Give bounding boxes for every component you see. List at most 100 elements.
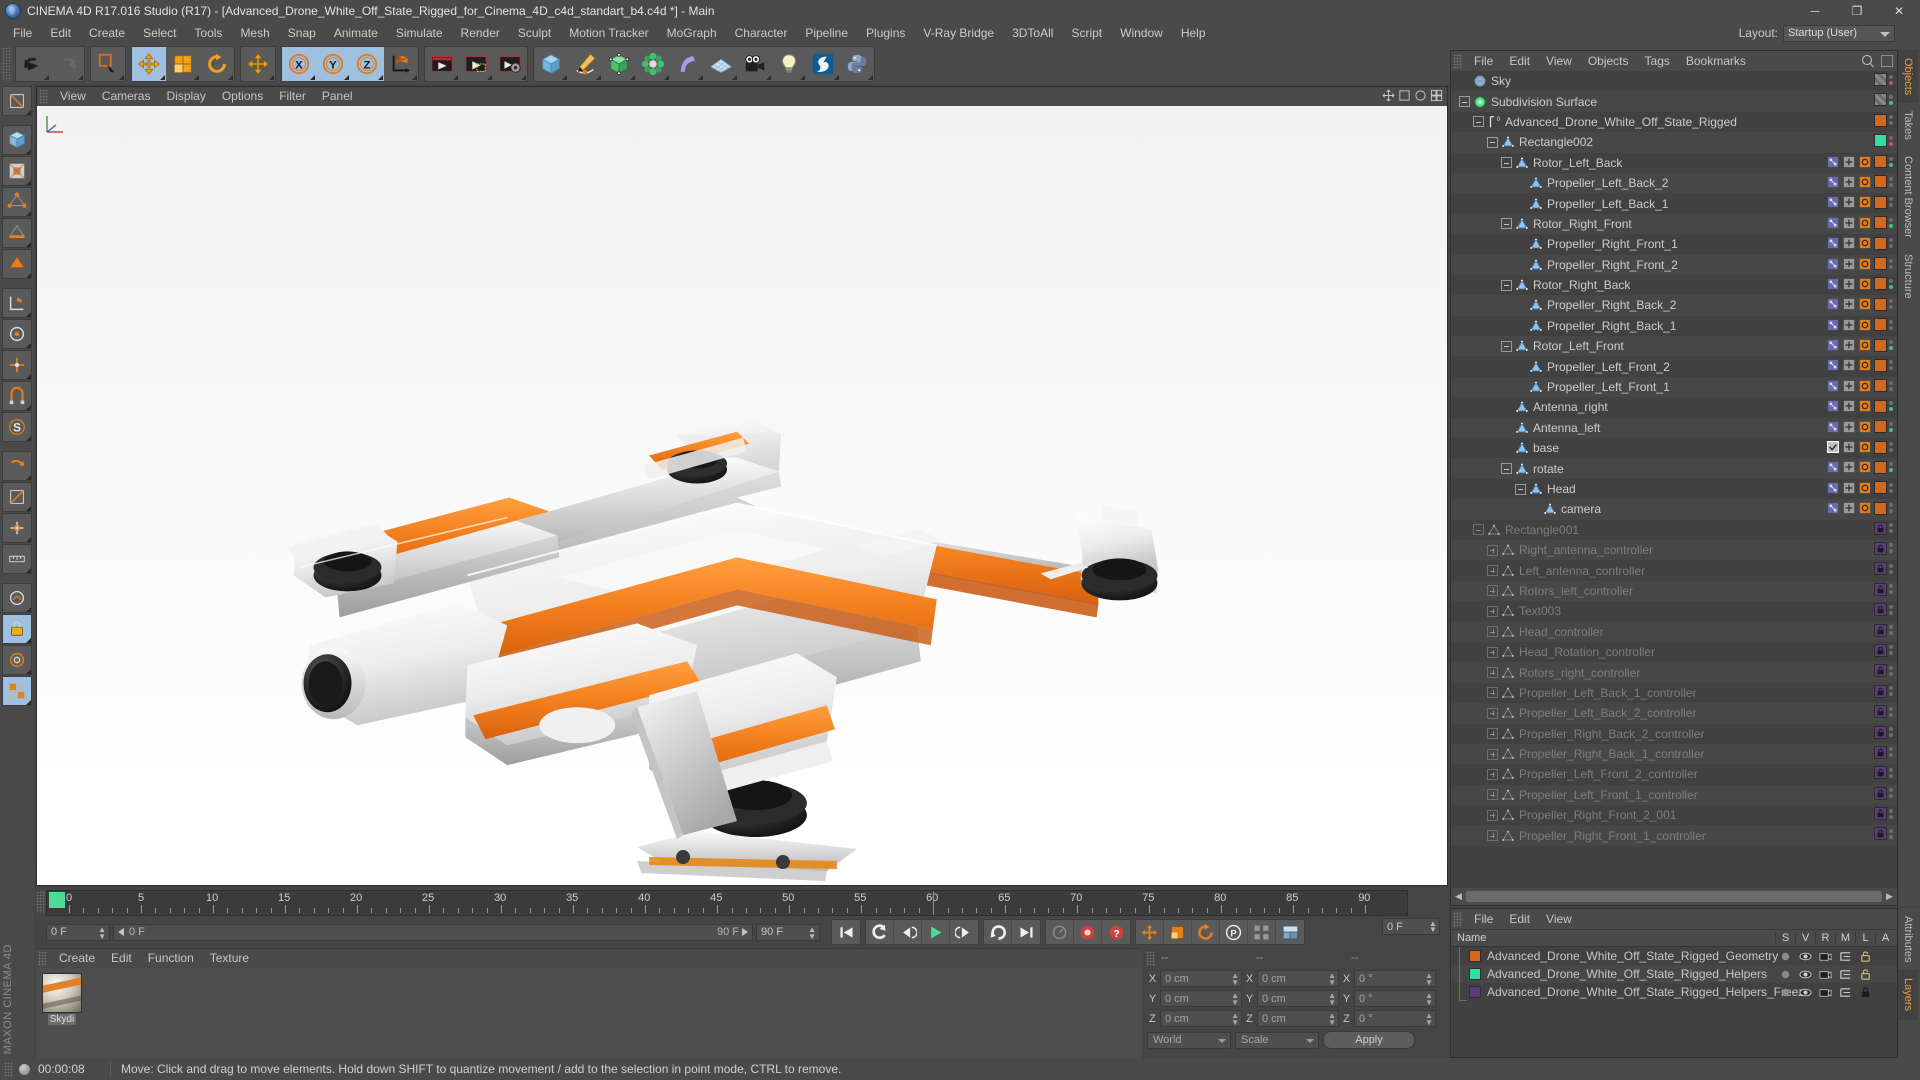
rotate-axis-button[interactable] — [2, 513, 32, 543]
layer-color-swatch[interactable] — [1874, 420, 1887, 434]
layer-lock-toggle[interactable] — [1855, 986, 1875, 999]
visibility-dots[interactable] — [1889, 604, 1893, 615]
dropdown-corner-icon[interactable] — [378, 75, 383, 80]
tag-constraint-icon[interactable] — [1842, 338, 1856, 352]
visibility-dots[interactable] — [1889, 645, 1893, 656]
expander-toggle[interactable] — [1487, 544, 1498, 556]
tag-xpresso-icon[interactable] — [1826, 277, 1840, 291]
spline-pen-button[interactable] — [568, 47, 602, 81]
object-row[interactable]: Propeller_Left_Front_2_controller — [1451, 764, 1897, 785]
visibility-dot-grey[interactable] — [1889, 386, 1893, 391]
visibility-dots[interactable] — [1889, 686, 1893, 697]
timeline-grip[interactable] — [36, 891, 45, 913]
viewport-menu-panel[interactable]: Panel — [314, 87, 361, 106]
enable-axis-button[interactable] — [2, 350, 32, 380]
material-menu-texture[interactable]: Texture — [202, 949, 257, 968]
cube-primitive-button[interactable] — [534, 47, 568, 81]
viewport-rotate-icon[interactable] — [1414, 89, 1427, 102]
visibility-dots[interactable] — [1889, 462, 1893, 473]
rotation-z-field[interactable]: 0 ° ▲ ▼ — [1354, 1010, 1436, 1027]
visibility-dots[interactable] — [1889, 442, 1893, 453]
layer-render-toggle[interactable] — [1815, 950, 1835, 963]
object-row[interactable]: Antenna_left — [1451, 417, 1897, 439]
redo-button[interactable] — [50, 47, 84, 81]
coordinate-manager-grip[interactable] — [1146, 950, 1155, 966]
visibility-dot-grey[interactable] — [1889, 258, 1893, 263]
record-active-objects-button[interactable] — [1074, 920, 1102, 944]
visibility-dot-grey[interactable] — [1889, 549, 1893, 554]
dropdown-corner-icon[interactable] — [119, 75, 124, 80]
visibility-dots[interactable] — [1889, 278, 1893, 289]
object-row[interactable]: Propeller_Left_Front_2 — [1451, 356, 1897, 377]
object-row[interactable]: Propeller_Right_Back_1_controller — [1451, 743, 1897, 765]
tag-protection-icon[interactable] — [1858, 257, 1872, 271]
menu-window[interactable]: Window — [1111, 22, 1172, 44]
object-row[interactable]: Propeller_Left_Front_1 — [1451, 376, 1897, 398]
dropdown-corner-icon[interactable] — [26, 607, 31, 612]
render-region-button[interactable] — [459, 47, 493, 81]
dropdown-corner-icon[interactable] — [834, 75, 839, 80]
pla-key-button[interactable] — [1248, 920, 1276, 944]
dropdown-corner-icon[interactable] — [26, 475, 31, 480]
visibility-dot-grey[interactable] — [1889, 569, 1893, 574]
layer-color-swatch[interactable] — [1874, 297, 1887, 311]
visibility-dot-green[interactable] — [1889, 346, 1893, 351]
visibility-dot-red[interactable] — [1889, 141, 1893, 146]
expander-toggle[interactable] — [1487, 605, 1498, 617]
tag-protection-icon[interactable] — [1858, 277, 1872, 291]
expander-toggle[interactable] — [1501, 463, 1512, 475]
layer-color-swatch[interactable] — [1874, 318, 1887, 332]
dropdown-corner-icon[interactable] — [766, 75, 771, 80]
tag-xpresso-icon[interactable] — [1826, 318, 1840, 332]
object-row[interactable]: 0 Advanced_Drone_White_Off_State_Rigged — [1451, 111, 1897, 133]
make-editable-button[interactable] — [2, 86, 32, 116]
layer-color-swatch[interactable] — [1469, 986, 1481, 998]
viewport-menu-filter[interactable]: Filter — [271, 87, 314, 106]
layer-row[interactable]: Advanced_Drone_White_Off_State_Rigged_Ge… — [1451, 947, 1897, 965]
visibility-dots[interactable] — [1889, 401, 1893, 412]
layer-solo-toggle[interactable] — [1775, 950, 1795, 963]
scroll-left-icon[interactable]: ◀ — [1453, 891, 1464, 902]
dropdown-corner-icon[interactable] — [344, 75, 349, 80]
move-alt-button[interactable] — [241, 47, 275, 81]
scale-tool-button[interactable] — [166, 47, 200, 81]
object-row[interactable]: Propeller_Left_Back_1_controller — [1451, 682, 1897, 704]
visibility-dot-grey[interactable] — [1889, 590, 1893, 595]
layer-color-swatch[interactable] — [1874, 113, 1887, 127]
visibility-dots[interactable] — [1889, 563, 1893, 574]
viewport-solo-button[interactable] — [2, 319, 32, 349]
layer-color-swatch[interactable] — [1874, 379, 1887, 393]
object-menu-file[interactable]: File — [1466, 52, 1501, 71]
viewport-menu-cameras[interactable]: Cameras — [94, 87, 159, 106]
layer-color-swatch[interactable] — [1874, 155, 1887, 169]
tag-xpresso-icon[interactable] — [1826, 216, 1840, 230]
visibility-dot-grey[interactable] — [1889, 360, 1893, 365]
expander-toggle[interactable] — [1487, 748, 1498, 760]
layer-color-swatch[interactable] — [1874, 562, 1887, 576]
play-reverse-button[interactable] — [866, 920, 894, 944]
layer-render-toggle[interactable] — [1815, 986, 1835, 999]
keyframe-selection-button[interactable]: ? — [1102, 920, 1130, 944]
tag-protection-icon[interactable] — [1858, 297, 1872, 311]
material-item[interactable]: Skydi — [41, 973, 83, 1025]
dropdown-corner-icon[interactable] — [521, 75, 526, 80]
scroll-right-icon[interactable]: ▶ — [1884, 891, 1895, 902]
visibility-dot-grey[interactable] — [1889, 462, 1893, 467]
stepper-icon[interactable]: ▲ ▼ — [1328, 992, 1336, 1007]
expander-toggle[interactable] — [1501, 340, 1512, 352]
expander-toggle[interactable] — [1487, 565, 1498, 577]
object-row[interactable]: Head_Rotation_controller — [1451, 641, 1897, 663]
expander-toggle[interactable] — [1487, 646, 1498, 658]
object-manager-horizontal-scrollbar[interactable]: ◀ ▶ — [1451, 888, 1897, 905]
object-row[interactable]: Head_controller — [1451, 621, 1897, 642]
dropdown-corner-icon[interactable] — [26, 405, 31, 410]
tag-selected-icon[interactable] — [1826, 440, 1840, 454]
tag-protection-icon[interactable] — [1858, 318, 1872, 332]
world-object-coordinates-button[interactable] — [384, 47, 418, 81]
dropdown-corner-icon[interactable] — [412, 75, 417, 80]
layer-color-swatch[interactable] — [1874, 257, 1887, 271]
coordinate-mode-dropdown[interactable]: Scale — [1235, 1031, 1319, 1049]
position-key-button[interactable] — [1136, 920, 1164, 944]
menu-help[interactable]: Help — [1172, 22, 1215, 44]
menu-tools[interactable]: Tools — [185, 22, 231, 44]
